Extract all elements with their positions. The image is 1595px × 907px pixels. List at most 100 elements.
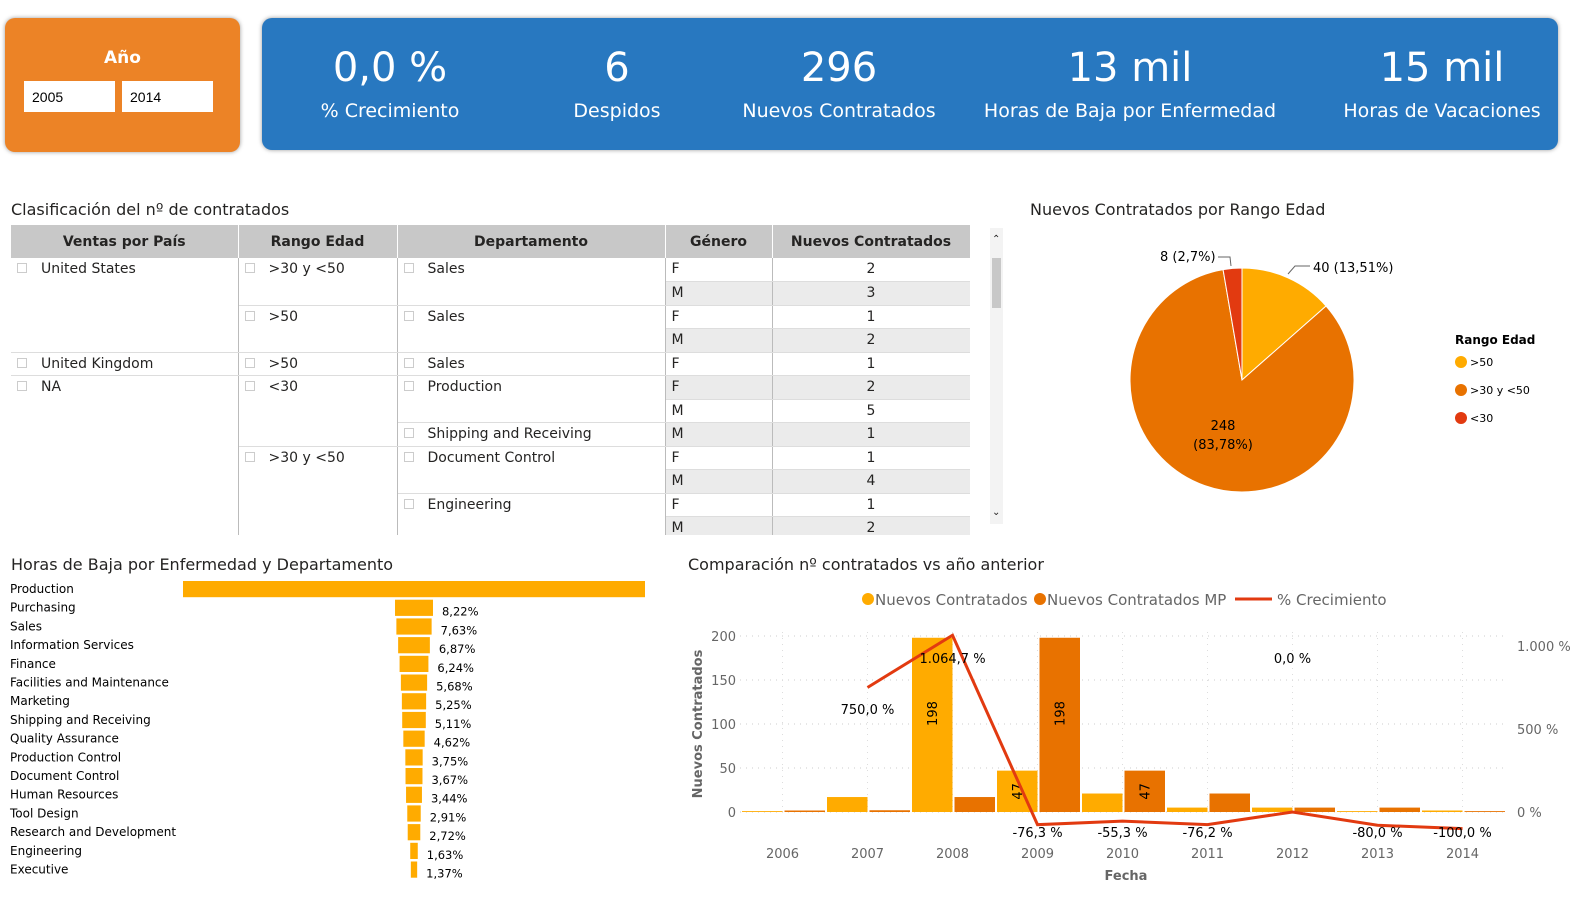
column-bar[interactable] xyxy=(1294,807,1336,812)
column-header[interactable]: Género xyxy=(665,225,773,258)
x-tick-label: 2014 xyxy=(1446,847,1479,862)
column-header[interactable]: Departamento xyxy=(397,225,666,258)
kpi-value: 13 mil xyxy=(1067,45,1193,91)
legend-marker[interactable] xyxy=(1455,384,1467,396)
legend-marker[interactable] xyxy=(1455,412,1467,424)
column-bar[interactable] xyxy=(1337,811,1378,812)
funnel-bar[interactable] xyxy=(410,861,418,878)
collapse-icon[interactable] xyxy=(17,381,27,391)
column-bar[interactable] xyxy=(784,810,826,813)
x-tick-label: 2010 xyxy=(1106,847,1139,862)
funnel-bar[interactable] xyxy=(405,749,423,766)
funnel-bar[interactable] xyxy=(400,674,428,691)
age-range-cell: <30 xyxy=(238,375,398,447)
table-row: United States >30 y <50 Sales F 2 xyxy=(11,258,970,353)
funnel-bar[interactable] xyxy=(398,637,430,654)
collapse-icon[interactable] xyxy=(403,310,414,321)
table-row: NA <30 Production F 2 xyxy=(11,375,970,535)
collapse-icon[interactable] xyxy=(403,263,414,273)
legend-label[interactable]: Nuevos Contratados MP xyxy=(1047,591,1226,609)
legend-label[interactable]: % Crecimiento xyxy=(1277,591,1387,609)
y-tick-label: 0 xyxy=(728,806,736,821)
column-bar[interactable] xyxy=(1252,807,1293,812)
year-from-input[interactable] xyxy=(24,81,115,112)
collapse-icon[interactable] xyxy=(403,498,414,509)
collapse-icon[interactable] xyxy=(403,451,414,462)
gender-cell: F xyxy=(665,305,773,329)
legend-label[interactable]: >50 xyxy=(1470,356,1493,369)
y-axis-title: Nuevos Contratados xyxy=(691,649,706,798)
matrix-scrollbar[interactable]: ⌃ ⌄ xyxy=(990,228,1003,524)
legend-marker[interactable] xyxy=(1034,593,1046,605)
column-bar[interactable] xyxy=(1422,810,1463,813)
collapse-icon[interactable] xyxy=(244,357,255,368)
collapse-icon[interactable] xyxy=(403,357,414,368)
legend-label[interactable]: >30 y <50 xyxy=(1470,384,1530,397)
x-tick-label: 2006 xyxy=(766,847,799,862)
funnel-bar[interactable] xyxy=(401,693,427,710)
funnel-bar[interactable] xyxy=(183,581,645,598)
bar-data-label: 47 xyxy=(1139,783,1154,800)
kpi-value: 296 xyxy=(800,45,878,91)
line-data-label: 0,0 % xyxy=(1274,652,1311,667)
value-label: 5,11% xyxy=(435,717,472,731)
collapse-icon[interactable] xyxy=(17,357,27,368)
legend-marker[interactable] xyxy=(1455,356,1467,368)
value-label: 2,91% xyxy=(430,810,467,824)
collapse-icon[interactable] xyxy=(244,310,255,321)
column-bar[interactable] xyxy=(954,797,996,812)
collapse-icon[interactable] xyxy=(403,428,414,438)
kpi-growth: 0,0 % % Crecimiento xyxy=(321,48,460,122)
department-cell: Production xyxy=(397,375,666,423)
y-tick-label: 150 xyxy=(711,674,736,689)
collapse-icon[interactable] xyxy=(244,381,255,391)
funnel-bar[interactable] xyxy=(399,655,429,672)
column-header[interactable]: Nuevos Contratados xyxy=(772,225,970,258)
legend-title: Rango Edad xyxy=(1455,333,1535,347)
legend-label[interactable]: <30 xyxy=(1470,412,1493,425)
category-label: Purchasing xyxy=(10,601,76,615)
column-bar[interactable] xyxy=(869,810,911,812)
column-bar[interactable] xyxy=(1082,793,1123,812)
category-label: Document Control xyxy=(10,769,119,783)
value-label: 3,75% xyxy=(432,754,469,768)
new-hires-cell: 2 xyxy=(772,328,970,353)
country-cell-label: United States xyxy=(41,261,136,277)
column-bar[interactable] xyxy=(827,797,868,812)
collapse-icon[interactable] xyxy=(244,263,255,273)
funnel-chart: Production Purchasing 8,22% Sales 7,63% Infor… xyxy=(9,581,645,881)
funnel-bar[interactable] xyxy=(406,786,422,803)
column-header[interactable]: Ventas por País xyxy=(11,225,239,258)
value-label: 8,22% xyxy=(442,605,479,619)
legend-label[interactable]: Nuevos Contratados xyxy=(875,591,1028,609)
funnel-bar[interactable] xyxy=(410,842,418,859)
scroll-down-icon[interactable]: ⌄ xyxy=(992,507,1000,518)
gender-cell: M xyxy=(665,328,773,353)
column-header[interactable]: Rango Edad xyxy=(238,225,398,258)
funnel-bar[interactable] xyxy=(402,711,426,729)
collapse-icon[interactable] xyxy=(403,381,414,391)
funnel-bar[interactable] xyxy=(407,805,421,822)
department-cell: Sales xyxy=(397,352,666,376)
department-cell-label: Document Control xyxy=(427,449,556,466)
funnel-bar[interactable] xyxy=(403,730,425,747)
scroll-thumb[interactable] xyxy=(992,258,1001,308)
column-bar[interactable] xyxy=(1379,807,1421,812)
country-cell-label: NA xyxy=(41,379,62,395)
column-bar[interactable] xyxy=(1209,793,1251,812)
funnel-bar[interactable] xyxy=(396,618,432,635)
column-bar[interactable] xyxy=(1167,807,1208,812)
funnel-bar[interactable] xyxy=(405,768,423,785)
legend-marker[interactable] xyxy=(862,593,874,605)
pie-label: (83,78%) xyxy=(1193,438,1253,453)
column-bar[interactable] xyxy=(1464,811,1506,812)
funnel-bar[interactable] xyxy=(395,599,433,616)
collapse-icon[interactable] xyxy=(244,451,255,462)
year-to-input[interactable] xyxy=(122,81,213,112)
funnel-bar[interactable] xyxy=(407,824,421,841)
kpi-value: 15 mil xyxy=(1379,45,1505,91)
collapse-icon[interactable] xyxy=(17,263,27,273)
country-cell: United Kingdom xyxy=(11,352,239,376)
scroll-up-icon[interactable]: ⌃ xyxy=(992,234,1000,245)
column-bar[interactable] xyxy=(742,811,783,812)
